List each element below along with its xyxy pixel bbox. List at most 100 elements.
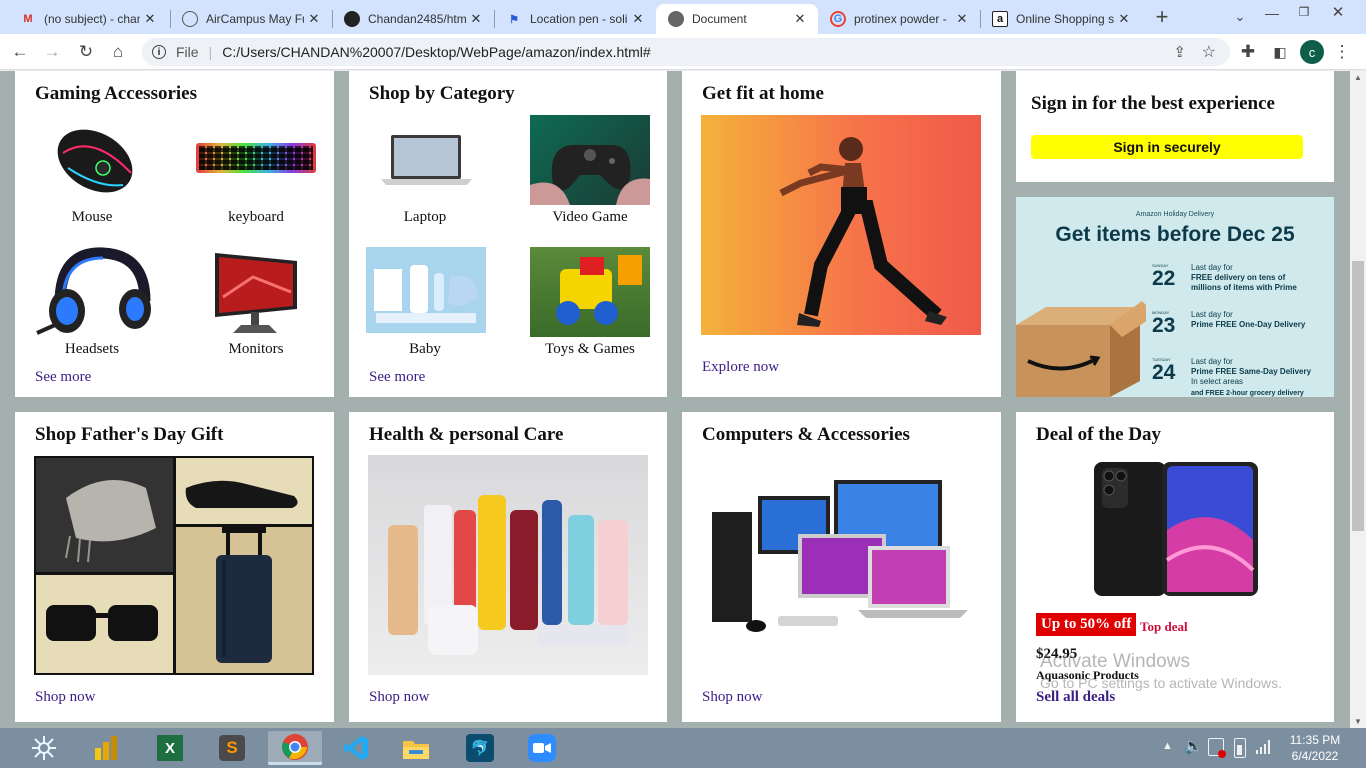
see-more-link[interactable]: See more (35, 369, 91, 386)
scrollbar-thumb[interactable] (1352, 261, 1364, 531)
show-hidden-icons-button[interactable]: ▲ (1162, 740, 1173, 752)
activate-windows-watermark: Activate Windows Go to PC settings to ac… (1040, 651, 1282, 691)
info-icon[interactable]: i (152, 45, 166, 59)
banner-footer: and FREE 2-hour grocery delivery (1191, 390, 1304, 397)
card-shop-by-category: Shop by Category Laptop Video Game Baby … (349, 71, 667, 397)
holiday-delivery-banner[interactable]: Amazon Holiday Delivery Get items before… (1016, 197, 1334, 397)
zoom-icon[interactable] (524, 731, 560, 765)
gmail-icon: M (23, 13, 33, 25)
tab-location-pen[interactable]: ⚑ Location pen - soli ✕ (494, 4, 656, 34)
scheme-label: File (176, 44, 199, 60)
bookmark-star-icon[interactable]: ☆ (1202, 42, 1216, 62)
card-title: Shop by Category (369, 83, 515, 104)
fathers-day-gift-image[interactable] (34, 456, 314, 675)
back-button[interactable]: ← (8, 40, 32, 64)
laptop-image[interactable] (379, 131, 474, 187)
card-sign-in: Sign in for the best experience Sign in … (1016, 71, 1334, 182)
headset-image[interactable] (35, 243, 153, 338)
banner-headline: Get items before Dec 25 (1055, 223, 1295, 246)
card-title: Shop Father's Day Gift (35, 424, 224, 445)
forward-button[interactable]: → (40, 40, 64, 64)
fitness-image[interactable] (701, 115, 981, 335)
reload-button[interactable]: ↻ (74, 40, 98, 64)
close-icon[interactable]: ✕ (952, 11, 972, 27)
tab-search-button[interactable]: ⌄ (1228, 5, 1252, 29)
minimize-button[interactable]: — (1260, 1, 1284, 25)
chrome-icon[interactable] (268, 731, 322, 765)
signal-icon[interactable] (1256, 740, 1270, 754)
card-title: Computers & Accessories (702, 424, 910, 445)
vscode-icon[interactable] (338, 731, 374, 765)
phone-image[interactable] (1092, 460, 1260, 600)
amazon-box-illustration (1016, 301, 1146, 397)
health-products-image[interactable] (368, 455, 648, 675)
battery-icon[interactable] (1234, 738, 1246, 758)
tab-document[interactable]: Document ✕ (656, 4, 818, 34)
network-error-icon[interactable] (1208, 738, 1226, 758)
file-explorer-icon[interactable] (398, 731, 434, 765)
sublime-text-icon[interactable]: S (214, 731, 250, 765)
avatar[interactable]: c (1300, 40, 1324, 64)
start-button[interactable] (26, 731, 62, 765)
home-button[interactable]: ⌂ (106, 40, 130, 64)
explore-now-link[interactable]: Explore now (702, 359, 779, 376)
shop-now-link[interactable]: Shop now (369, 689, 429, 706)
close-icon[interactable]: ✕ (1114, 11, 1134, 27)
caption-laptop: Laptop (403, 209, 447, 225)
url-text[interactable]: C:/Users/CHANDAN%20007/Desktop/WebPage/a… (222, 44, 651, 60)
address-bar[interactable]: i File | C:/Users/CHANDAN%20007/Desktop/… (142, 38, 1230, 66)
windows-taskbar: X S 🐬 ▲ 🔈 11:35 PM 6/4/2022 (0, 728, 1366, 768)
card-title: Get fit at home (702, 83, 824, 104)
mouse-image[interactable] (43, 113, 143, 203)
sign-in-button[interactable]: Sign in securely (1031, 135, 1303, 159)
restore-button[interactable]: ❐ (1292, 0, 1316, 24)
tab-aircampus[interactable]: AirCampus May Fu ✕ (170, 4, 332, 34)
globe-icon (182, 11, 198, 27)
close-icon[interactable]: ✕ (140, 11, 160, 27)
shop-now-link[interactable]: Shop now (35, 689, 95, 706)
see-more-link[interactable]: See more (369, 369, 425, 386)
caption-toys-games: Toys & Games (545, 341, 635, 357)
monitor-image[interactable] (213, 247, 299, 339)
caption-keyboard: keyboard (228, 209, 284, 225)
card-health-care: Health & personal Care Shop now (349, 412, 667, 722)
power-bi-icon[interactable] (88, 731, 124, 765)
tab-protinex[interactable]: G protinex powder - ✕ (818, 4, 980, 34)
close-icon[interactable]: ✕ (466, 11, 486, 27)
shop-now-link[interactable]: Shop now (702, 689, 762, 706)
close-icon[interactable]: ✕ (790, 11, 810, 27)
globe-icon (668, 11, 684, 27)
close-window-button[interactable]: ✕ (1326, 0, 1350, 24)
tab-github[interactable]: Chandan2485/htm ✕ (332, 4, 494, 34)
delivery-row: MONDAY 23 (1152, 310, 1176, 337)
system-clock[interactable]: 11:35 PM 6/4/2022 (1280, 732, 1350, 764)
keyboard-image[interactable] (196, 143, 316, 173)
delivery-row: SUNDAY 22 (1152, 263, 1176, 290)
card-title: Sign in for the best experience (1031, 93, 1275, 114)
toys-image[interactable] (530, 247, 650, 337)
baby-products-image[interactable] (366, 247, 486, 333)
delivery-row: TUESDAY 24 (1152, 357, 1176, 384)
card-title: Deal of the Day (1036, 424, 1162, 445)
extensions-icon[interactable]: ✚ (1236, 40, 1260, 64)
share-icon[interactable]: ⇪ (1173, 43, 1186, 61)
menu-icon[interactable]: ⋮ (1330, 40, 1354, 64)
tab-amazon[interactable]: a Online Shopping s ✕ (980, 4, 1142, 34)
mysql-workbench-icon[interactable]: 🐬 (462, 731, 498, 765)
video-game-image[interactable] (530, 115, 650, 205)
card-fathers-day: Shop Father's Day Gift Shop now (15, 412, 334, 722)
tab-gmail[interactable]: M (no subject) - chan ✕ (8, 4, 168, 34)
vertical-scrollbar[interactable]: ▲ ▼ (1350, 71, 1366, 728)
new-tab-button[interactable]: + (1150, 4, 1174, 29)
excel-icon[interactable]: X (152, 731, 188, 765)
computers-image[interactable] (708, 476, 974, 661)
close-icon[interactable]: ✕ (628, 11, 648, 27)
top-deal-label: Top deal (1140, 619, 1188, 634)
sell-all-deals-link[interactable]: Sell all deals (1036, 689, 1115, 706)
discount-badge: Up to 50% off (1036, 613, 1137, 636)
close-icon[interactable]: ✕ (304, 11, 324, 27)
side-panel-icon[interactable]: ◧ (1268, 40, 1292, 64)
card-title: Health & personal Care (369, 424, 564, 445)
volume-icon[interactable]: 🔈 (1184, 737, 1203, 755)
caption-baby: Baby (409, 341, 441, 357)
